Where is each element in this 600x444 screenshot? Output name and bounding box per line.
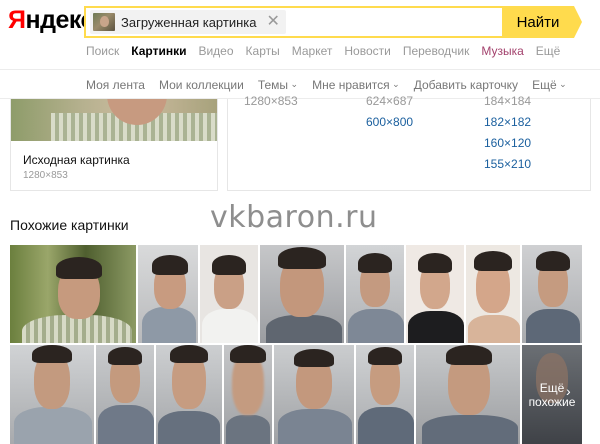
service-search[interactable]: Поиск — [86, 44, 119, 58]
similar-image-tile[interactable] — [10, 245, 136, 343]
subnav-my-collections[interactable]: Мои коллекции — [159, 78, 244, 92]
similar-image-tile[interactable] — [260, 245, 344, 343]
other-sizes-card: 1280×853 624×687 600×800 184×184 182×182… — [227, 94, 591, 191]
similar-image-tile[interactable] — [466, 245, 520, 343]
watermark: vkbaron.ru — [210, 200, 378, 235]
size-link[interactable]: 155×210 — [484, 157, 531, 171]
yandex-logo[interactable]: Яндекс — [8, 6, 94, 35]
similar-image-tile[interactable] — [356, 345, 414, 444]
chevron-right-icon: › — [566, 383, 571, 399]
similar-image-tile[interactable] — [138, 245, 198, 343]
similar-image-tile[interactable] — [224, 345, 272, 444]
close-icon[interactable]: ✕ — [266, 14, 279, 30]
size-link[interactable]: 182×182 — [484, 115, 531, 129]
service-music[interactable]: Музыка — [481, 44, 523, 58]
source-image-size: 1280×853 — [23, 170, 68, 181]
more-similar-label: Ещё похожие — [528, 381, 576, 409]
subnav-add-card[interactable]: Добавить карточку — [414, 78, 518, 92]
service-images[interactable]: Картинки — [131, 44, 186, 58]
similar-images-title: Похожие картинки — [10, 217, 129, 233]
service-news[interactable]: Новости — [344, 44, 390, 58]
subnav-likes[interactable]: Мне нравится — [312, 78, 400, 92]
uploaded-image-chip-label: Загруженная картинка — [121, 14, 257, 30]
service-video[interactable]: Видео — [198, 44, 233, 58]
size-link[interactable]: 1280×853 — [244, 94, 298, 108]
source-image[interactable] — [11, 99, 217, 141]
similar-image-tile[interactable] — [200, 245, 258, 343]
size-link[interactable]: 600×800 — [366, 115, 413, 129]
similar-image-tile[interactable] — [522, 245, 582, 343]
search-button[interactable]: Найти — [502, 6, 582, 38]
subnav-my-feed[interactable]: Моя лента — [86, 78, 145, 92]
service-maps[interactable]: Карты — [246, 44, 280, 58]
divider — [0, 69, 600, 70]
similar-image-tile[interactable] — [346, 245, 404, 343]
source-image-title: Исходная картинка — [23, 153, 130, 167]
similar-image-tile[interactable] — [406, 245, 464, 343]
services-nav: Поиск Картинки Видео Карты Маркет Новост… — [86, 44, 560, 58]
service-market[interactable]: Маркет — [292, 44, 333, 58]
similar-image-tile[interactable] — [10, 345, 94, 444]
source-image-card[interactable]: Исходная картинка 1280×853 — [10, 99, 218, 191]
similar-image-tile[interactable] — [96, 345, 154, 444]
size-link[interactable]: 624×687 — [366, 94, 413, 108]
uploaded-image-thumbnail — [93, 13, 115, 31]
search-input[interactable]: Загруженная картинка ✕ — [84, 6, 504, 38]
more-similar-button[interactable]: Ещё похожие › — [522, 345, 582, 444]
similar-image-tile[interactable] — [274, 345, 354, 444]
subnav-more[interactable]: Ещё — [532, 78, 567, 92]
service-more[interactable]: Ещё — [536, 44, 561, 58]
size-link[interactable]: 184×184 — [484, 94, 531, 108]
uploaded-image-chip[interactable]: Загруженная картинка ✕ — [90, 10, 286, 34]
similar-image-tile[interactable] — [416, 345, 520, 444]
service-translate[interactable]: Переводчик — [403, 44, 470, 58]
similar-image-tile[interactable] — [156, 345, 222, 444]
subnav-themes[interactable]: Темы — [258, 78, 298, 92]
images-subnav: Моя лента Мои коллекции Темы Мне нравитс… — [86, 78, 567, 92]
size-link[interactable]: 160×120 — [484, 136, 531, 150]
